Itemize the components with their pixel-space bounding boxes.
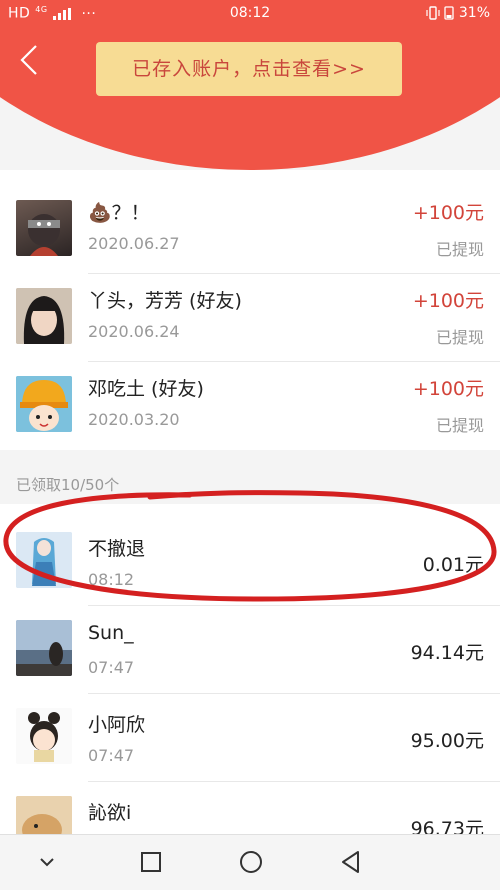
accepted-list: 💩？！ 2020.06.27 +100元 已提现 丫头，芳芳 (好友) 2020… — [0, 170, 500, 450]
accepted-row[interactable]: 💩？！ 2020.06.27 +100元 已提现 — [0, 186, 500, 274]
girl-photo-avatar-icon — [16, 288, 72, 344]
status-right: 31% — [426, 5, 490, 21]
claim-amount: 0.01元 — [422, 554, 484, 576]
friend-name: 丫头，芳芳 (好友) — [88, 290, 242, 312]
reward-amount: +100元 — [412, 202, 484, 224]
claim-row[interactable]: Sun_ 07:47 94.14元 — [0, 606, 500, 694]
claim-time: 07:47 — [88, 658, 135, 677]
claims-list: 不撤退 08:12 0.01元 Sun_ 07:47 94.14元 小阿欣 07… — [0, 504, 500, 852]
withdraw-status: 已提现 — [435, 416, 484, 435]
claimed-count-label: 已领取10/50个 — [16, 476, 120, 494]
anime-avatar-icon — [16, 532, 72, 588]
nav-recents-button[interactable] — [134, 845, 168, 879]
avatar — [16, 708, 72, 764]
claimer-name: 不撤退 — [88, 538, 146, 560]
square-icon — [141, 852, 161, 872]
nav-back-button[interactable] — [334, 845, 368, 879]
friend-name: 邓吃土 (好友) — [88, 378, 204, 400]
withdraw-status: 已提现 — [435, 328, 484, 347]
reward-amount: +100元 — [412, 378, 484, 400]
account-banner-button[interactable]: 已存入账户，点击查看>> — [96, 42, 402, 96]
chevron-left-icon — [20, 45, 37, 75]
accept-date: 2020.06.27 — [88, 234, 180, 253]
accepted-row[interactable]: 丫头，芳芳 (好友) 2020.06.24 +100元 已提现 — [0, 274, 500, 362]
claimer-name: 小阿欣 — [88, 714, 146, 736]
avatar — [16, 376, 72, 432]
avatar — [16, 532, 72, 588]
accepted-row[interactable]: 邓吃土 (好友) 2020.03.20 +100元 已提现 — [0, 362, 500, 450]
circle-icon — [240, 851, 262, 873]
friend-name: 💩？！ — [88, 202, 150, 224]
vibrate-icon — [426, 6, 440, 20]
chevron-down-icon — [40, 858, 54, 867]
header-area: HD 4G ··· 08:12 31% 已存入账户，点击查看>> — [0, 0, 500, 170]
accept-date: 2020.03.20 — [88, 410, 180, 429]
claim-row[interactable]: 不撤退 08:12 0.01元 — [0, 518, 500, 606]
seaside-photo-avatar-icon — [16, 620, 72, 676]
claim-time: 07:47 — [88, 746, 135, 765]
cartoon-girl-bun-avatar-icon — [16, 708, 72, 764]
claimer-name: Sun_ — [88, 622, 134, 644]
battery-icon — [444, 6, 455, 20]
avatar — [16, 288, 72, 344]
claim-amount: 94.14元 — [410, 642, 484, 664]
status-bar: HD 4G ··· 08:12 31% — [0, 0, 500, 28]
system-nav-bar — [0, 834, 500, 890]
accept-date: 2020.06.24 — [88, 322, 180, 341]
reward-amount: +100元 — [412, 290, 484, 312]
avatar — [16, 200, 72, 256]
triangle-back-icon — [342, 851, 359, 873]
avatar — [16, 620, 72, 676]
back-button[interactable] — [14, 42, 50, 78]
withdraw-status: 已提现 — [435, 240, 484, 259]
claim-row[interactable]: 小阿欣 07:47 95.00元 — [0, 694, 500, 782]
nav-down-button[interactable] — [30, 845, 64, 879]
battery-percent: 31% — [458, 5, 490, 21]
ninja-avatar-icon — [28, 214, 60, 256]
cartoon-girl-avatar-icon — [16, 376, 72, 432]
claimer-name: 訫欲i — [88, 802, 132, 824]
nav-home-button[interactable] — [234, 845, 268, 879]
claim-amount: 95.00元 — [410, 730, 484, 752]
claim-time: 08:12 — [88, 570, 135, 589]
